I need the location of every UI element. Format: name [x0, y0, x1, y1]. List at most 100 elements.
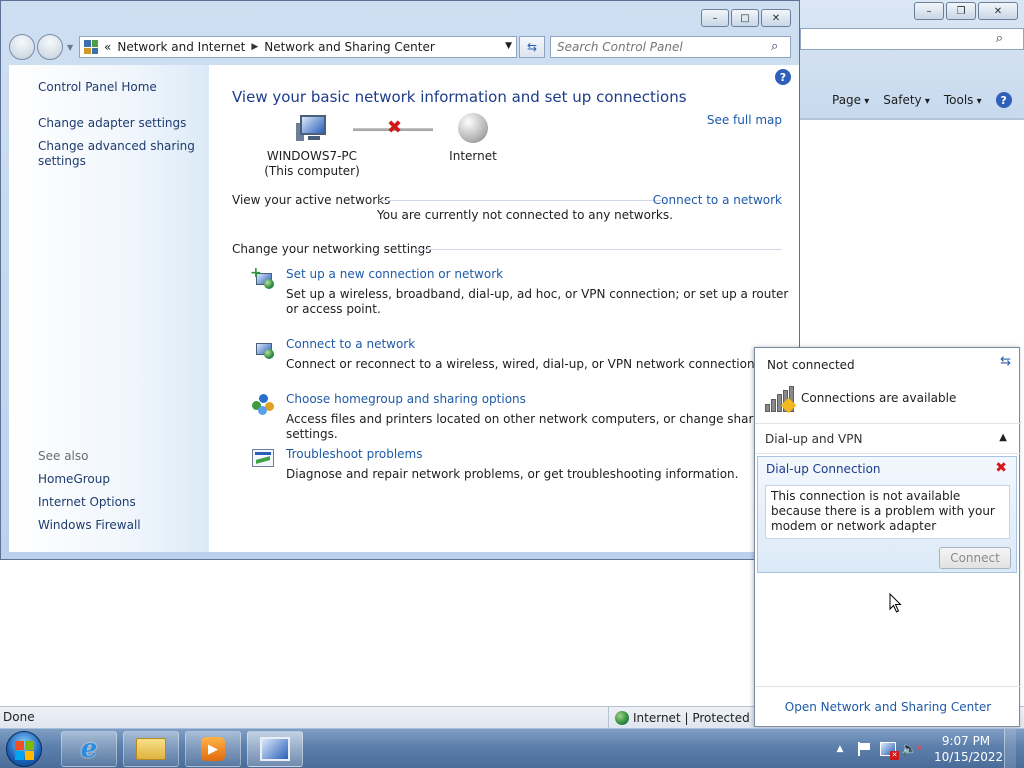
taskbar-control-panel[interactable] [247, 731, 303, 767]
restore-button[interactable]: ❐ [946, 2, 976, 20]
connect-network-icon [250, 337, 276, 361]
troubleshoot-problems-link[interactable]: Troubleshoot problems [286, 447, 422, 461]
dialup-vpn-group-header[interactable]: Dial-up and VPN [765, 432, 862, 446]
sidebar-item-change-adapter-settings[interactable]: Change adapter settings [38, 116, 186, 131]
control-panel-icon [84, 40, 98, 54]
system-tray: ▲ ✕ 🔈 ✕ 9:07 PM 10/15/2022 [824, 729, 1024, 768]
connection-error-message: This connection is not available because… [765, 485, 1010, 539]
clock-time: 9:07 PM [941, 734, 991, 748]
search-icon[interactable]: ⌕ [771, 39, 778, 54]
dialup-connection-item[interactable]: Dial-up Connection ✖ This connection is … [757, 456, 1017, 573]
media-player-icon: ▶ [201, 737, 225, 761]
taskbar-internet-explorer[interactable]: e [61, 731, 117, 767]
cp-caption-buttons: – □ ✕ [701, 9, 791, 27]
search-icon[interactable]: ⌕ [996, 31, 1003, 46]
close-button[interactable]: ✕ [978, 2, 1018, 20]
start-button[interactable] [6, 731, 42, 767]
page-title: View your basic network information and … [232, 88, 687, 106]
recent-pages-dropdown-icon[interactable]: ▼ [67, 43, 73, 52]
see-full-map-link[interactable]: See full map [707, 113, 782, 127]
breadcrumb-network-and-internet[interactable]: Network and Internet [117, 40, 245, 54]
connection-name: Dial-up Connection [766, 462, 881, 476]
ie-command-bar: Page Safety Tools ? [800, 88, 1024, 112]
ie-search-box[interactable]: ⌕ [800, 28, 1024, 50]
search-input[interactable] [550, 36, 791, 58]
internet-globe-icon[interactable] [458, 113, 488, 143]
security-zone[interactable]: Internet | Protected Mo [608, 707, 777, 728]
networking-settings-heading: Change your networking settings [232, 242, 432, 256]
taskbar-media-player[interactable]: ▶ [185, 731, 241, 767]
close-button[interactable]: ✕ [761, 9, 791, 27]
refresh-icon[interactable]: ⇆ [1000, 354, 1011, 369]
divider [755, 423, 1021, 424]
task-description: Set up a wireless, broadband, dial-up, a… [286, 287, 789, 316]
breadcrumb-overflow[interactable]: « [104, 40, 111, 54]
internet-explorer-icon: e [80, 734, 98, 764]
cp-content: Control Panel Home Change adapter settin… [9, 65, 799, 552]
homegroup-icon [250, 392, 276, 416]
page-menu[interactable]: Page [832, 93, 869, 107]
sidebar-item-internet-options[interactable]: Internet Options [38, 495, 136, 510]
status-text: Done [3, 710, 35, 724]
refresh-button[interactable]: ⇆ [519, 36, 545, 58]
see-also-label: See also [38, 449, 89, 463]
clock[interactable]: 9:07 PM 10/15/2022 [934, 733, 1004, 765]
back-button[interactable] [9, 34, 35, 60]
error-x-icon: ✖ [995, 460, 1007, 476]
folder-icon [136, 738, 166, 760]
setup-connection-link[interactable]: Set up a new connection or network [286, 267, 503, 281]
section-divider [379, 200, 665, 201]
chevron-up-icon[interactable]: ▲ [999, 432, 1007, 443]
connect-to-network-link[interactable]: Connect to a network [653, 193, 782, 207]
sidebar-item-homegroup[interactable]: HomeGroup [38, 472, 110, 487]
network-sharing-center-window: – □ ✕ ▼ « Network and Internet ▶ Network… [0, 0, 800, 560]
address-bar[interactable]: « Network and Internet ▶ Network and Sha… [79, 36, 517, 58]
action-center-flag-icon[interactable] [856, 741, 872, 757]
troubleshoot-icon [250, 447, 276, 471]
navigation-buttons: ▼ [9, 34, 73, 60]
safety-menu[interactable]: Safety [883, 93, 930, 107]
show-hidden-icons-icon[interactable]: ▲ [832, 741, 848, 757]
open-network-sharing-center-link[interactable]: Open Network and Sharing Center [755, 700, 1021, 714]
security-zone-label: Internet | Protected Mo [633, 710, 772, 725]
sidebar-item-windows-firewall[interactable]: Windows Firewall [38, 518, 141, 533]
sidebar-item-change-advanced-sharing-settings[interactable]: Change advanced sharing settings [38, 139, 198, 169]
show-desktop-button[interactable] [1004, 729, 1016, 768]
section-divider [415, 249, 782, 250]
taskbar: e ▶ ▲ ✕ 🔈 ✕ 9:07 PM 10/15/2022 [0, 728, 1024, 768]
main-content: View your basic network information and … [232, 65, 792, 552]
chevron-down-icon[interactable]: ▼ [505, 41, 512, 51]
divider [755, 686, 1021, 687]
refresh-icon: ⇆ [526, 40, 538, 54]
maximize-button[interactable]: □ [731, 9, 759, 27]
computer-label: WINDOWS7-PC (This computer) [262, 149, 362, 179]
network-flyout: Not connected ⇆ Connections are availabl… [754, 347, 1021, 727]
minimize-button[interactable]: – [914, 2, 944, 20]
taskbar-windows-explorer[interactable] [123, 731, 179, 767]
divider [755, 453, 1021, 454]
connect-to-network-task-link[interactable]: Connect to a network [286, 337, 415, 351]
chevron-right-icon[interactable]: ▶ [251, 42, 258, 52]
internet-label: Internet [449, 149, 497, 163]
tools-menu[interactable]: Tools [944, 93, 982, 107]
network-icon[interactable]: ✕ [880, 741, 899, 760]
clock-date: 10/15/2022 [934, 750, 1004, 764]
sidebar: Control Panel Home Change adapter settin… [9, 65, 209, 552]
connection-status: Not connected [767, 358, 855, 372]
task-description: Access files and printers located on oth… [286, 412, 772, 441]
task-description: Diagnose and repair network problems, or… [286, 467, 739, 481]
volume-muted-icon[interactable]: 🔈 ✕ [901, 741, 923, 757]
breadcrumb-network-and-sharing-center[interactable]: Network and Sharing Center [264, 40, 435, 54]
minimize-button[interactable]: – [701, 9, 729, 27]
globe-icon [615, 710, 629, 725]
forward-button[interactable] [37, 34, 63, 60]
signal-bars-icon [765, 386, 797, 414]
connect-button[interactable]: Connect [939, 547, 1011, 569]
computer-sub-label: (This computer) [264, 164, 360, 178]
task-description: Connect or reconnect to a wireless, wire… [286, 357, 759, 371]
sidebar-item-control-panel-home[interactable]: Control Panel Home [38, 80, 157, 95]
homegroup-sharing-link[interactable]: Choose homegroup and sharing options [286, 392, 526, 406]
help-icon[interactable]: ? [995, 92, 1012, 108]
disconnected-x-icon[interactable]: ✖ [387, 117, 402, 138]
ie-caption-buttons: – ❐ ✕ [914, 0, 1024, 22]
